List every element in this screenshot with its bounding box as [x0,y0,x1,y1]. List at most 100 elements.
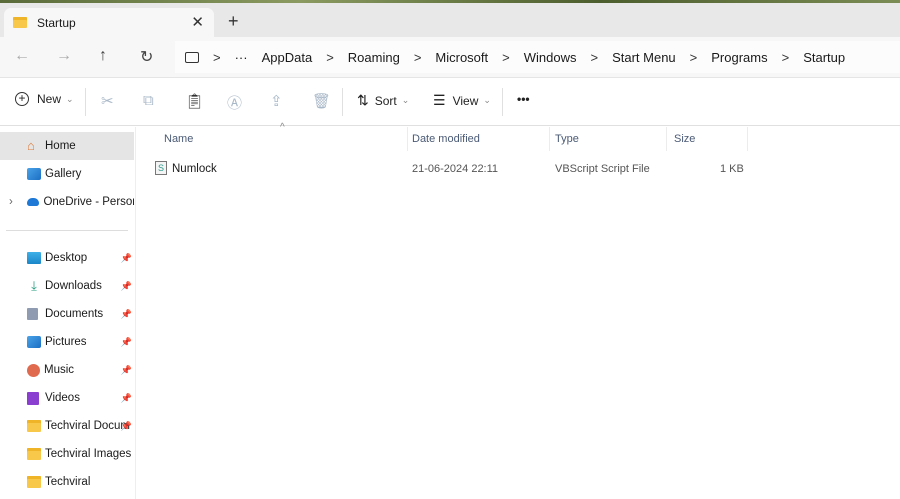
sidebar-item-label: Videos [45,392,80,404]
videos-icon [27,391,39,405]
computer-icon [185,51,199,63]
sidebar-item-label: Gallery [45,168,82,180]
divider [502,88,503,116]
sidebar-item-label: Techviral Images [45,448,132,460]
tab-title: Startup [37,15,76,30]
column-header-size[interactable]: Size [674,133,695,145]
view-list-icon: ☰ [433,92,446,108]
forward-button[interactable]: → [56,47,72,65]
rename-icon[interactable]: Ⓐ [227,92,242,113]
column-header-name[interactable]: Name [164,133,193,145]
breadcrumb-windows[interactable]: Windows [524,50,577,65]
sidebar-item-home[interactable]: ⌂ Home [0,132,134,160]
file-name: Numlock [172,163,217,175]
file-type: VBScript Script File [555,163,650,175]
pin-icon[interactable]: 📌 [121,253,132,264]
expand-chevron-icon[interactable]: › [9,196,13,208]
download-icon: ⤓ [31,278,37,293]
new-button[interactable]: + New ⌄ [15,92,74,106]
column-divider[interactable] [407,127,408,151]
sidebar-item-label: Home [45,140,76,152]
breadcrumb-startup[interactable]: Startup [803,50,845,65]
up-button[interactable]: ↑ [99,47,107,65]
sidebar-divider [6,230,128,231]
music-icon [27,363,40,377]
breadcrumb-separator: > [213,49,221,65]
sidebar-item-pictures[interactable]: Pictures 📌 [0,328,134,356]
sidebar-item-techviral-documents[interactable]: Techviral Docum 📌 [0,412,134,440]
chevron-down-icon: ⌄ [483,95,491,105]
breadcrumb-separator: > [781,49,790,65]
sidebar-item-gallery[interactable]: Gallery [0,160,134,188]
breadcrumb-roaming[interactable]: Roaming [348,50,400,65]
breadcrumb-appdata[interactable]: AppData [262,50,313,65]
sort-ascending-indicator: ^ [280,122,285,133]
close-tab-icon[interactable]: ✕ [191,13,204,31]
column-header-type[interactable]: Type [555,133,579,145]
pin-icon[interactable]: 📌 [121,421,132,432]
copy-icon[interactable]: ⧉ [143,92,154,109]
sidebar-item-onedrive[interactable]: › OneDrive - Persona [0,188,134,216]
view-button[interactable]: ☰ View ⌄ [433,92,491,109]
chevron-down-icon: ⌄ [66,93,74,104]
breadcrumb-separator: > [689,49,698,65]
delete-icon[interactable]: 🗑︎ [312,92,331,110]
paste-icon[interactable]: 📋︎ [185,92,204,110]
divider [85,88,86,116]
new-label: New [37,92,62,106]
column-divider[interactable] [666,127,667,151]
onedrive-icon [27,198,40,206]
sidebar-item-label: Music [44,364,75,376]
breadcrumb-separator: > [502,49,510,65]
sidebar-item-label: OneDrive - Persona [43,196,134,208]
pin-icon[interactable]: 📌 [121,281,132,292]
breadcrumb[interactable]: > ··· AppData > Roaming > Microsoft > Windo… [175,41,900,73]
address-row: ← → ↑ ↻ > ··· AppData > Roaming > Microsof… [0,37,900,77]
pictures-icon [27,336,41,348]
cut-icon[interactable]: ✂ [101,92,114,110]
breadcrumb-programs[interactable]: Programs [711,50,767,65]
sidebar-item-label: Desktop [45,252,88,264]
refresh-button[interactable]: ↻ [140,47,153,67]
sidebar-item-music[interactable]: Music 📌 [0,356,134,384]
column-header-date[interactable]: Date modified [412,133,480,145]
sidebar-item-documents[interactable]: Documents 📌 [0,300,134,328]
pin-icon[interactable]: 📌 [121,309,132,320]
file-list: ^ Name Date modified Type Size S Numlock… [137,122,900,499]
folder-icon [27,420,41,432]
folder-icon [27,448,41,460]
sort-label: Sort [374,93,397,108]
plus-circle-icon: + [15,92,29,106]
sidebar-item-downloads[interactable]: ⤓ Downloads 📌 [0,272,134,300]
breadcrumb-separator: > [590,49,599,65]
sidebar-item-desktop[interactable]: Desktop 📌 [0,244,134,272]
breadcrumb-start-menu[interactable]: Start Menu [612,50,676,65]
column-divider[interactable] [747,127,748,151]
sidebar-item-techviral[interactable]: Techviral [0,468,134,496]
breadcrumb-separator: > [413,49,422,65]
folder-icon [27,476,41,488]
pin-icon[interactable]: 📌 [121,337,132,348]
new-tab-button[interactable]: + [228,11,239,32]
breadcrumb-microsoft[interactable]: Microsoft [435,50,488,65]
column-divider[interactable] [549,127,550,151]
breadcrumb-more[interactable]: ··· [235,50,248,65]
back-button[interactable]: ← [14,47,30,65]
pin-icon[interactable]: 📌 [121,365,132,376]
sidebar-item-label: Downloads [45,280,102,292]
more-options-button[interactable]: ••• [517,92,530,106]
divider [342,88,343,116]
pin-icon[interactable]: 📌 [121,393,132,404]
sidebar-item-techviral-images[interactable]: Techviral Images [0,440,134,468]
documents-icon [27,308,38,320]
share-icon[interactable]: ⇪ [270,92,283,110]
sort-button[interactable]: ⇅ Sort ⌄ [357,92,409,109]
gallery-icon [27,168,41,180]
sidebar-item-videos[interactable]: Videos 📌 [0,384,134,412]
home-icon: ⌂ [27,138,35,153]
folder-icon [13,17,27,28]
desktop-icon [27,252,41,264]
tab-bar: Startup ✕ + [0,3,900,37]
command-bar: + New ⌄ ✂ ⧉ 📋︎ Ⓐ ⇪ 🗑︎ ⇅ Sort ⌄ ☰ View ⌄ … [0,77,900,126]
tab-startup[interactable]: Startup ✕ [4,8,214,37]
